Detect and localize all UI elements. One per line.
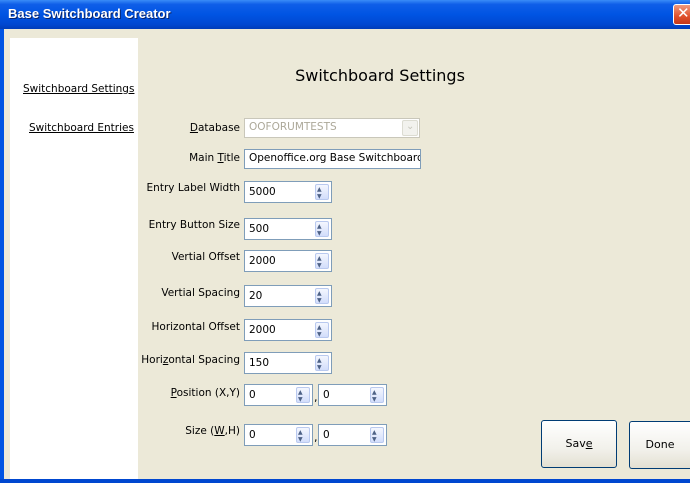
nav-link-switchboard-entries[interactable]: Switchboard Entries <box>29 122 134 134</box>
size-w-value: 0 <box>249 429 256 441</box>
close-button[interactable]: ✕ <box>673 4 690 25</box>
spin-button[interactable]: ▲ ▼ <box>315 288 329 304</box>
nav-link-switchboard-settings[interactable]: Switchboard Settings <box>23 83 134 95</box>
spin-down-icon: ▼ <box>317 331 322 338</box>
window-title: Base Switchboard Creator <box>8 6 171 21</box>
spin-button[interactable]: ▲ ▼ <box>315 184 329 200</box>
size-h-value: 0 <box>323 429 330 441</box>
vertical-spacing-spinner[interactable]: 20 ▲ ▼ <box>244 285 332 307</box>
database-value: OOFORUMTESTS <box>249 121 337 133</box>
entry-button-size-label: Entry Button Size <box>148 219 240 231</box>
horizontal-spacing-label: Horizontal Spacing <box>141 354 240 366</box>
navigation-panel <box>10 38 138 479</box>
window-frame-bottom <box>0 479 690 483</box>
spin-button[interactable]: ▲ ▼ <box>296 387 310 403</box>
entry-label-width-label: Entry Label Width <box>146 182 240 194</box>
entry-label-width-value: 5000 <box>249 186 276 198</box>
vertical-offset-label: Vertial Offset <box>171 251 240 263</box>
position-label: Position (X,Y) <box>170 387 240 399</box>
size-w-spinner[interactable]: 0 ▲ ▼ <box>244 424 313 446</box>
close-icon: ✕ <box>677 4 690 22</box>
spin-button[interactable]: ▲ ▼ <box>315 253 329 269</box>
spin-down-icon: ▼ <box>317 297 322 304</box>
horizontal-offset-label: Horizontal Offset <box>151 321 241 333</box>
spin-button[interactable]: ▲ ▼ <box>315 322 329 338</box>
spin-down-icon: ▼ <box>298 436 303 443</box>
spin-down-icon: ▼ <box>317 262 322 269</box>
horizontal-offset-value: 2000 <box>249 324 276 336</box>
vertical-offset-spinner[interactable]: 2000 ▲ ▼ <box>244 250 332 272</box>
save-button[interactable]: Save <box>541 420 617 468</box>
position-x-value: 0 <box>249 389 256 401</box>
main-title-label: Main Title <box>189 152 240 164</box>
vertical-spacing-value: 20 <box>249 290 263 302</box>
size-separator: , <box>314 431 318 444</box>
spin-button[interactable]: ▲ ▼ <box>370 387 384 403</box>
position-y-spinner[interactable]: 0 ▲ ▼ <box>318 384 387 406</box>
page-heading: Switchboard Settings <box>295 66 465 85</box>
spin-down-icon: ▼ <box>372 436 377 443</box>
position-y-value: 0 <box>323 389 330 401</box>
spin-button[interactable]: ▲ ▼ <box>370 427 384 443</box>
entry-button-size-spinner[interactable]: 500 ▲ ▼ <box>244 218 332 240</box>
vertical-spacing-label: Vertial Spacing <box>161 287 240 299</box>
entry-button-size-value: 500 <box>249 223 270 235</box>
spin-down-icon: ▼ <box>298 396 303 403</box>
done-button[interactable]: Done <box>629 421 690 469</box>
size-h-spinner[interactable]: 0 ▲ ▼ <box>318 424 387 446</box>
horizontal-spacing-spinner[interactable]: 150 ▲ ▼ <box>244 352 332 374</box>
vertical-offset-value: 2000 <box>249 255 276 267</box>
spin-down-icon: ▼ <box>372 396 377 403</box>
spin-down-icon: ▼ <box>317 364 322 371</box>
position-separator: , <box>314 391 318 404</box>
title-bar[interactable]: Base Switchboard Creator ✕ <box>0 0 690 29</box>
position-x-spinner[interactable]: 0 ▲ ▼ <box>244 384 313 406</box>
chevron-down-icon: ⌄ <box>406 121 415 132</box>
database-label: Database <box>189 122 240 134</box>
database-dropdown[interactable]: OOFORUMTESTS ⌄ <box>244 118 420 138</box>
spin-button[interactable]: ▲ ▼ <box>296 427 310 443</box>
main-title-field[interactable]: Openoffice.org Base Switchboard <box>244 149 421 169</box>
entry-label-width-spinner[interactable]: 5000 ▲ ▼ <box>244 181 332 203</box>
horizontal-spacing-value: 150 <box>249 357 270 369</box>
spin-button[interactable]: ▲ ▼ <box>315 355 329 371</box>
horizontal-offset-spinner[interactable]: 2000 ▲ ▼ <box>244 319 332 341</box>
spin-down-icon: ▼ <box>317 230 322 237</box>
spin-down-icon: ▼ <box>317 193 322 200</box>
size-label: Size (W,H) <box>185 425 240 437</box>
spin-button[interactable]: ▲ ▼ <box>315 221 329 237</box>
dropdown-arrow-button[interactable]: ⌄ <box>402 120 418 136</box>
